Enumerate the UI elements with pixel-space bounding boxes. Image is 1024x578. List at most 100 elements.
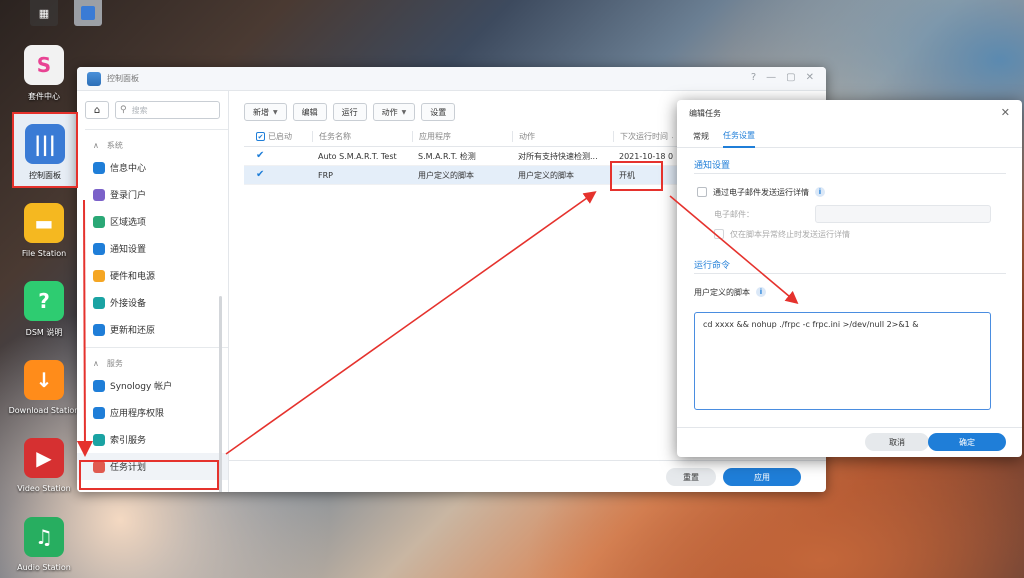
sort-down-icon: ↓: [671, 132, 673, 141]
desktop-icon-label: DSM 说明: [25, 328, 63, 337]
minimize-icon[interactable]: —: [766, 72, 776, 83]
annotation-box-control-panel: [12, 112, 78, 188]
sidebar-section-services[interactable]: ∧ 服务: [93, 354, 228, 372]
tab-general[interactable]: 常规: [693, 126, 709, 148]
app-privileges-icon: [93, 406, 105, 419]
desktop-icon-6[interactable]: ♫ Audio Station: [8, 517, 80, 572]
sidebar-item-service-2[interactable]: 索引服务: [77, 426, 228, 453]
close-icon[interactable]: ✕: [1001, 106, 1010, 119]
app-icon: ↓: [24, 360, 64, 400]
email-field[interactable]: [815, 205, 991, 223]
cell-next-run: 2021-10-18 0: [619, 151, 673, 161]
enabled-checkbox[interactable]: ✔: [256, 170, 266, 180]
enabled-checkbox[interactable]: ✔: [256, 151, 266, 161]
main-menu-button[interactable]: ▦: [30, 0, 58, 26]
column-header-enabled[interactable]: 已启动: [268, 131, 292, 142]
desktop-icon-label: Video Station: [17, 484, 71, 493]
reset-button[interactable]: 重置: [666, 468, 716, 486]
abnormal-label: 仅在脚本异常终止时发送运行详情: [730, 229, 850, 239]
app-icon: ▬: [24, 203, 64, 243]
sidebar-item-system-2[interactable]: 区域选项: [77, 208, 228, 235]
maximize-icon[interactable]: ▢: [786, 72, 795, 83]
help-icon[interactable]: ?: [751, 72, 756, 83]
column-header-name[interactable]: 任务名称: [312, 131, 412, 142]
cell-app: 用户定义的脚本: [418, 170, 474, 180]
desktop-icon-label: Audio Station: [17, 563, 71, 572]
sidebar-item-system-6[interactable]: 更新和还原: [77, 316, 228, 343]
desktop-icon-0[interactable]: S 套件中心: [8, 45, 80, 102]
column-header-next-run[interactable]: 下次运行时间 ↓: [613, 131, 673, 142]
settings-button[interactable]: 设置: [421, 103, 456, 121]
annotation-box-task-scheduler: [79, 460, 219, 490]
chevron-up-icon: ∧: [93, 140, 99, 150]
edit-button[interactable]: 编辑: [292, 103, 327, 121]
abnormal-checkbox[interactable]: [714, 229, 724, 239]
close-icon[interactable]: ✕: [806, 72, 814, 83]
cell-action: 对所有支持快速检测...: [518, 151, 598, 161]
info-icon[interactable]: i: [815, 187, 825, 197]
select-all-checkbox[interactable]: ✔: [256, 132, 265, 141]
grid-icon: ▦: [38, 6, 50, 20]
sidebar-item-service-1[interactable]: 应用程序权限: [77, 399, 228, 426]
home-button[interactable]: ⌂: [85, 101, 109, 119]
sidebar-item-service-0[interactable]: Synology 帐户: [77, 372, 228, 399]
desktop-icon-label: 套件中心: [28, 92, 60, 101]
external-device-icon: [93, 296, 105, 309]
run-button[interactable]: 运行: [332, 103, 367, 121]
desktop-icon-2[interactable]: ▬ File Station: [8, 203, 80, 258]
ok-button[interactable]: 确定: [928, 433, 1006, 451]
dialog-title-bar[interactable]: 编辑任务 ✕: [677, 100, 1022, 126]
abnormal-option[interactable]: 仅在脚本异常终止时发送运行详情: [714, 224, 1022, 244]
email-checkbox[interactable]: [697, 187, 707, 197]
column-header-app[interactable]: 应用程序: [412, 131, 512, 142]
sidebar-item-system-0[interactable]: 信息中心: [77, 154, 228, 181]
cancel-button[interactable]: 取消: [865, 433, 929, 451]
app-icon: ?: [24, 281, 64, 321]
control-panel-icon: [81, 6, 95, 20]
sidebar-item-system-1[interactable]: 登录门户: [77, 181, 228, 208]
dialog-title: 编辑任务: [689, 108, 721, 118]
script-textarea[interactable]: cd xxxx && nohup ./frpc -c frpc.ini >/de…: [694, 312, 991, 410]
edit-task-dialog: 编辑任务 ✕ 常规 任务设置 通知设置 通过电子邮件发送运行详情 i 电子邮件：…: [677, 100, 1022, 457]
sidebar-item-system-5[interactable]: 外接设备: [77, 289, 228, 316]
new-button[interactable]: 新增 ▼: [244, 103, 287, 121]
sidebar-item-system-4[interactable]: 硬件和电源: [77, 262, 228, 289]
sidebar: ⌂ ⚲ 搜索 ∧ 系统 信息中心 登录门户 区域选项通知设置硬件和电源外接设备更新和…: [77, 91, 229, 492]
action-button[interactable]: 动作 ▼: [372, 103, 416, 121]
desktop-icon-label: Download Station: [8, 406, 80, 415]
window-title-bar[interactable]: 控制面板 ? — ▢ ✕: [77, 67, 826, 91]
control-panel-taskbar-button[interactable]: [74, 0, 102, 26]
sidebar-scrollbar[interactable]: [219, 296, 222, 492]
sidebar-item-label: 通知设置: [110, 245, 147, 255]
search-input[interactable]: ⚲ 搜索: [115, 101, 220, 119]
cell-action: 用户定义的脚本: [518, 170, 574, 180]
desktop-icon-5[interactable]: ▶ Video Station: [8, 438, 80, 493]
desktop-icon-label: File Station: [21, 249, 67, 258]
email-checkbox-label: 通过电子邮件发送运行详情: [713, 187, 809, 197]
sidebar-section-system[interactable]: ∧ 系统: [93, 136, 228, 154]
tab-task-settings[interactable]: 任务设置: [723, 126, 755, 148]
desktop-icon-3[interactable]: ? DSM 说明: [8, 281, 80, 338]
column-header-action[interactable]: 动作: [512, 131, 613, 142]
sidebar-item-label: Synology 帐户: [110, 382, 173, 392]
login-portal-icon: [93, 188, 105, 201]
sidebar-item-label: 更新和还原: [110, 326, 156, 336]
notify-section-title: 通知设置: [694, 158, 1006, 174]
info-icon[interactable]: i: [756, 287, 766, 297]
email-row: 电子邮件：: [714, 204, 1022, 224]
email-option[interactable]: 通过电子邮件发送运行详情 i: [697, 182, 1022, 202]
sidebar-item-system-3[interactable]: 通知设置: [77, 235, 228, 262]
desktop-icon-4[interactable]: ↓ Download Station: [8, 360, 80, 415]
cell-task-name: FRP: [318, 170, 333, 180]
section-label: 系统: [106, 140, 123, 150]
update-restore-icon: [93, 323, 105, 336]
window-title: 控制面板: [107, 74, 139, 83]
notification-icon: [93, 242, 105, 255]
search-placeholder: 搜索: [131, 105, 148, 115]
synology-account-icon: [93, 379, 105, 392]
control-panel-icon: [87, 71, 101, 86]
app-icon: S: [24, 45, 64, 85]
script-label: 用户定义的脚本: [694, 287, 750, 297]
sidebar-item-label: 外接设备: [110, 299, 147, 309]
apply-button[interactable]: 应用: [723, 468, 801, 486]
